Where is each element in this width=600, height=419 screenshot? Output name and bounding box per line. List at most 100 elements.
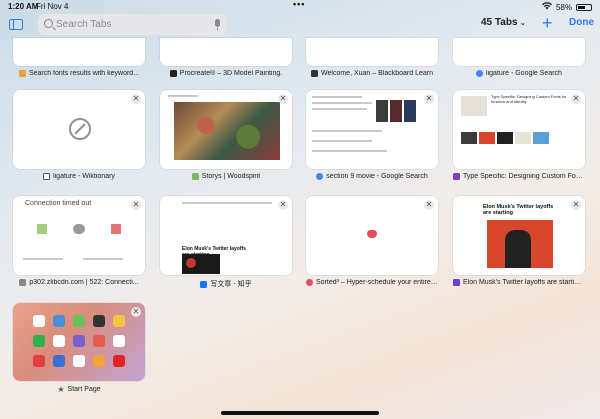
sorted-icon (306, 279, 313, 286)
app-icon (93, 355, 105, 367)
tab-card[interactable]: ✕ Connection timed out p302.zlibcdn.com … (13, 196, 145, 286)
search-tabs-field[interactable] (38, 14, 227, 35)
person-silhouette (505, 230, 531, 268)
close-tab-icon[interactable]: ✕ (131, 307, 141, 317)
close-tab-icon[interactable]: ✕ (278, 200, 288, 210)
star-icon: ★ (57, 385, 65, 394)
sorted-loading-icon (367, 230, 377, 238)
tab-groups-button[interactable]: 45 Tabs ⌄ (481, 17, 526, 28)
tab-card[interactable]: ✕ Elon Musk's Twitter layoffs are starti… (160, 196, 292, 289)
type-specific-icon (453, 173, 460, 180)
status-bar: 1:20 AM Fri Nov 4 ••• 58% (0, 0, 600, 12)
status-time: 1:20 AM (8, 2, 39, 11)
tab-thumbnail[interactable] (160, 38, 292, 66)
multitasking-dots[interactable]: ••• (293, 0, 305, 9)
thumb-block (461, 132, 477, 144)
close-tab-icon[interactable]: ✕ (571, 94, 581, 104)
movie-poster (390, 100, 402, 122)
tab-card[interactable]: ✕ Elon Musk's Twitter layoffs are starti… (453, 196, 585, 286)
compass-icon (69, 118, 91, 140)
result-line (312, 150, 387, 152)
app-icon (73, 355, 85, 367)
tab-title: p302.zlibcdn.com | 522: Connecti... (29, 279, 139, 286)
home-indicator[interactable] (221, 411, 379, 415)
close-tab-icon[interactable]: ✕ (278, 94, 288, 104)
article-headline: Elon Musk's Twitter layoffs are starting (483, 204, 554, 216)
tab-thumbnail[interactable]: ✕ (306, 90, 438, 169)
microphone-icon[interactable] (215, 19, 220, 30)
tab-thumbnail[interactable] (453, 38, 585, 66)
sidebar-toggle-icon[interactable] (9, 19, 23, 30)
tab-card[interactable]: Welcome, Xuan – Blackboard Learn (306, 38, 438, 77)
storys-icon (191, 173, 199, 180)
tab-title: Sorted³ – Hyper-schedule your entire d..… (316, 279, 438, 286)
tab-thumbnail[interactable]: ✕ Elon Musk's Twitter layoffs are starti… (160, 196, 292, 275)
tab-card[interactable]: ligature - Google Search (453, 38, 585, 77)
tab-thumbnail[interactable]: ✕ Connection timed out (13, 196, 145, 275)
search-icon (44, 19, 53, 28)
movie-poster (404, 100, 416, 122)
zhihu-icon (200, 280, 208, 288)
tab-thumbnail[interactable]: ✕ (13, 90, 145, 169)
close-tab-icon[interactable]: ✕ (131, 200, 141, 210)
tab-title: ligature - Wiktionary (53, 173, 115, 180)
tab-caption: ligature - Wiktionary (13, 173, 145, 180)
tab-caption: ligature - Google Search (453, 70, 585, 77)
close-tab-icon[interactable]: ✕ (131, 94, 141, 104)
done-button[interactable]: Done (569, 17, 594, 28)
tab-card[interactable]: ✕ Storys | Woodspirit (160, 90, 292, 180)
tab-thumbnail[interactable] (13, 38, 145, 66)
tab-card[interactable]: ✕ ★ Start Page (13, 303, 145, 394)
tab-title: Start Page (67, 386, 101, 393)
tab-title: section 9 movie - Google Search (326, 173, 428, 180)
letter-v-icon (19, 279, 27, 286)
search-input[interactable] (56, 17, 206, 32)
app-icon (113, 315, 125, 327)
close-tab-icon[interactable]: ✕ (424, 200, 434, 210)
browser-icon (37, 224, 47, 234)
page-header-line (168, 95, 198, 97)
app-icon (113, 335, 125, 347)
tab-caption: ★ Start Page (13, 385, 145, 394)
tab-card[interactable]: Procreate® – 3D Model Painting. (160, 38, 292, 77)
result-line (312, 96, 362, 98)
tab-thumbnail[interactable] (306, 38, 438, 66)
status-right: 58% (541, 2, 592, 12)
tab-thumbnail[interactable]: ✕ (160, 90, 292, 169)
status-date: Fri Nov 4 (36, 2, 69, 11)
battery-icon (576, 3, 592, 11)
google-g-icon (316, 173, 324, 180)
battery-percent: 58% (555, 2, 572, 12)
app-icon (33, 315, 45, 327)
tab-card[interactable]: ✕ Type Specific: Designing Custom Fonts … (453, 90, 585, 180)
tab-card[interactable]: Search fonts results with keyword... (13, 38, 145, 77)
tab-card[interactable]: ✕ ligature - Wiktionary (13, 90, 145, 180)
google-g-icon (476, 70, 484, 77)
app-icon (73, 315, 85, 327)
close-tab-icon[interactable]: ✕ (424, 94, 434, 104)
tab-caption: Sorted³ – Hyper-schedule your entire d..… (306, 279, 438, 286)
app-icon (93, 315, 105, 327)
tab-caption: Storys | Woodspirit (160, 173, 292, 180)
tab-thumbnail[interactable]: ✕ Type Specific: Designing Custom Fonts … (453, 90, 585, 169)
tab-thumbnail[interactable]: ✕ Elon Musk's Twitter layoffs are starti… (453, 196, 585, 275)
tab-card[interactable]: ✕ Sorted³ – Hyper-schedule your entire d… (306, 196, 438, 286)
photo-detail (186, 258, 196, 268)
tab-card[interactable]: ✕ section 9 movie - Google Search (306, 90, 438, 180)
tab-caption: Type Specific: Designing Custom Fon... (453, 173, 585, 180)
tab-title: Elon Musk's Twitter layoffs are starting… (463, 279, 585, 286)
new-tab-button[interactable]: + (542, 12, 553, 34)
close-tab-icon[interactable]: ✕ (571, 200, 581, 210)
app-icon (33, 335, 45, 347)
blackboard-icon (311, 70, 319, 77)
procreate-icon (169, 70, 177, 77)
wiktionary-icon (43, 173, 51, 180)
tab-title: Procreate® – 3D Model Painting. (179, 70, 283, 77)
result-line (312, 130, 382, 132)
tab-title: ligature - Google Search (486, 70, 562, 77)
tab-thumbnail[interactable]: ✕ (306, 196, 438, 275)
artwork-image (174, 102, 280, 160)
tab-thumbnail[interactable]: ✕ (13, 303, 145, 381)
app-icon (53, 355, 65, 367)
editor-toolbar (182, 202, 272, 204)
